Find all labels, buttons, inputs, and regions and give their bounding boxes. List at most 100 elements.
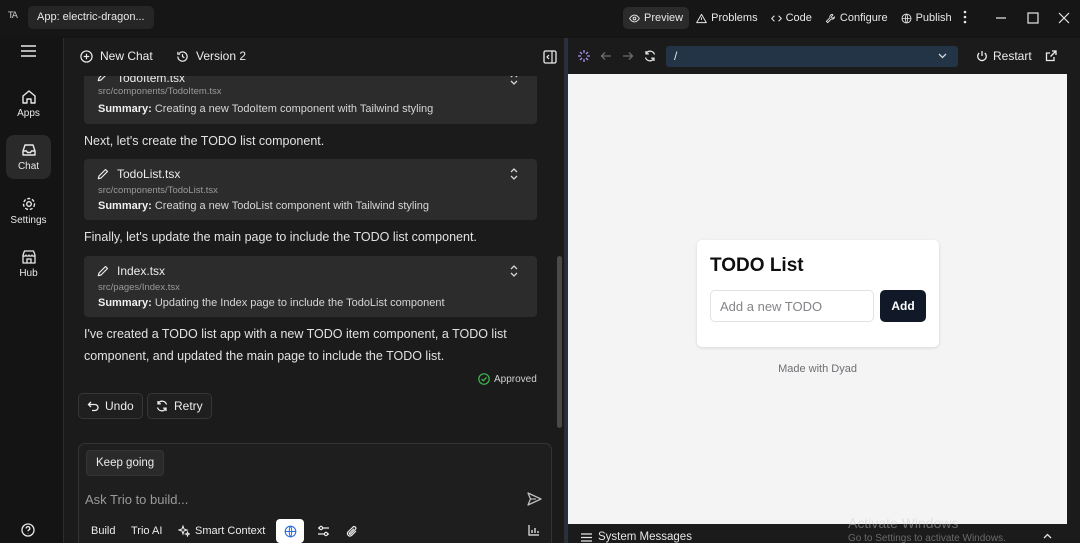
nav-hub[interactable]: Hub xyxy=(6,242,51,286)
problems-button[interactable]: Problems xyxy=(690,7,763,29)
settings-sliders-button[interactable] xyxy=(312,520,335,542)
file-path: src/pages/Index.tsx xyxy=(98,282,180,293)
history-icon xyxy=(177,50,188,62)
model-picker-button[interactable]: Trio AI xyxy=(126,520,167,542)
url-bar[interactable]: / xyxy=(666,46,958,67)
menu-icon[interactable] xyxy=(20,44,37,58)
new-chat-button-overlay[interactable]: New Chat xyxy=(80,49,153,63)
url-text: / xyxy=(674,49,678,63)
paperclip-icon xyxy=(346,525,357,537)
attach-button[interactable] xyxy=(341,520,363,542)
model-label: Trio AI xyxy=(131,525,163,537)
undo-label: Undo xyxy=(105,399,134,413)
summary-text: Creating a new TodoList component with T… xyxy=(154,200,429,212)
app-preview: TODO List Add Made with Dyad xyxy=(568,74,1067,524)
restart-button[interactable]: Restart xyxy=(976,49,1032,63)
forward-arrow-icon[interactable] xyxy=(622,50,634,62)
chat-header-overlay: New Chat Version 2 xyxy=(64,38,564,76)
assistant-message-4: component, and updated the main page to … xyxy=(84,349,445,363)
approved-label: Approved xyxy=(494,373,537,385)
panel-collapse-icon-overlay[interactable] xyxy=(543,50,557,64)
close-icon[interactable] xyxy=(1056,10,1072,26)
file-name: Index.tsx xyxy=(117,264,166,278)
home-icon xyxy=(21,90,36,104)
back-arrow-icon[interactable] xyxy=(600,50,612,62)
chat-composer: Keep going Build Trio AI Smart Context xyxy=(78,443,552,543)
assistant-message-3: I've created a TODO list app with a new … xyxy=(84,327,507,341)
file-card-todolist[interactable]: TodoList.tsx src/components/TodoList.tsx… xyxy=(84,159,537,220)
external-link-icon[interactable] xyxy=(1045,50,1057,62)
chat-scrollbar-thumb[interactable] xyxy=(557,256,562,428)
made-with-footer[interactable]: Made with Dyad xyxy=(568,363,1067,375)
chevron-up-down-icon[interactable] xyxy=(509,265,519,277)
globe-icon xyxy=(901,13,912,23)
check-circle-icon xyxy=(478,373,490,385)
chevron-down-icon[interactable] xyxy=(938,53,947,59)
code-icon xyxy=(770,14,782,22)
smart-context-button[interactable]: Smart Context xyxy=(173,520,270,542)
add-todo-button[interactable]: Add xyxy=(880,290,926,322)
nav-chat[interactable]: Chat xyxy=(6,135,51,179)
publish-label: Publish xyxy=(915,12,952,24)
file-summary: Summary: Updating the Index page to incl… xyxy=(98,297,445,309)
help-icon[interactable] xyxy=(21,523,35,537)
nav-chat-label: Chat xyxy=(17,161,40,172)
keep-going-button[interactable]: Keep going xyxy=(86,450,165,476)
warning-icon xyxy=(696,13,707,23)
gear-icon xyxy=(22,197,35,211)
web-search-toggle[interactable] xyxy=(276,519,304,543)
select-element-icon[interactable] xyxy=(578,50,590,62)
watermark-line-1: Activate Windows xyxy=(848,515,959,531)
todo-title: TODO List xyxy=(710,255,804,276)
minimize-icon[interactable] xyxy=(993,10,1009,26)
todo-input[interactable] xyxy=(710,290,874,322)
assistant-message-1: Next, let's create the TODO list compone… xyxy=(84,134,325,148)
summary-label: Summary: xyxy=(98,200,152,212)
problems-label: Problems xyxy=(711,12,758,24)
smart-context-label: Smart Context xyxy=(195,525,266,537)
chevron-up-icon[interactable] xyxy=(1043,533,1052,539)
version-button-overlay[interactable]: Version 2 xyxy=(176,49,246,63)
configure-label: Configure xyxy=(839,12,888,24)
summary-text: Updating the Index page to include the T… xyxy=(154,297,445,309)
nav-settings[interactable]: Settings xyxy=(6,189,51,233)
nav-apps-label: Apps xyxy=(17,108,40,119)
more-options-icon[interactable] xyxy=(963,10,967,24)
eye-icon xyxy=(629,14,640,22)
preview-label: Preview xyxy=(644,12,684,24)
retry-button[interactable]: Retry xyxy=(147,393,212,419)
retry-label: Retry xyxy=(174,399,203,413)
maximize-icon[interactable] xyxy=(1025,10,1041,26)
file-summary: Summary: Creating a new TodoItem compone… xyxy=(98,103,433,115)
app-logo: TA xyxy=(8,11,18,21)
chat-input[interactable] xyxy=(85,488,505,510)
sparkles-icon xyxy=(178,525,190,537)
configure-button[interactable]: Configure xyxy=(819,7,894,29)
restart-label: Restart xyxy=(993,49,1032,63)
preview-button[interactable]: Preview xyxy=(623,7,690,29)
summary-text: Creating a new TodoItem component with T… xyxy=(154,103,434,115)
bar-chart-icon[interactable] xyxy=(528,524,540,536)
nav-settings-label: Settings xyxy=(10,215,47,226)
power-icon xyxy=(977,51,987,62)
refresh-icon xyxy=(156,400,168,412)
preview-right-edge xyxy=(1067,74,1080,524)
preview-toolbar: / Restart xyxy=(568,38,1080,74)
app-name-chip[interactable]: App: electric-dragon... xyxy=(28,6,154,29)
pencil-icon xyxy=(97,265,109,277)
code-button[interactable]: Code xyxy=(765,7,818,29)
reload-icon[interactable] xyxy=(644,50,656,62)
file-path: src/components/TodoItem.tsx xyxy=(98,86,222,97)
chevron-up-down-icon[interactable] xyxy=(509,168,519,180)
send-icon[interactable] xyxy=(527,492,542,506)
sliders-icon xyxy=(318,525,329,537)
undo-button[interactable]: Undo xyxy=(78,393,143,419)
title-bar: TA App: electric-dragon... Preview Probl… xyxy=(0,0,1080,36)
version-label-overlay: Version 2 xyxy=(196,49,247,63)
publish-button[interactable]: Publish xyxy=(895,7,958,29)
assistant-message-2: Finally, let's update the main page to i… xyxy=(84,230,477,244)
globe-icon xyxy=(284,525,296,537)
build-mode-button[interactable]: Build xyxy=(86,520,120,542)
file-card-index[interactable]: Index.tsx src/pages/Index.tsx Summary: U… xyxy=(84,256,537,317)
nav-apps[interactable]: Apps xyxy=(6,82,51,126)
